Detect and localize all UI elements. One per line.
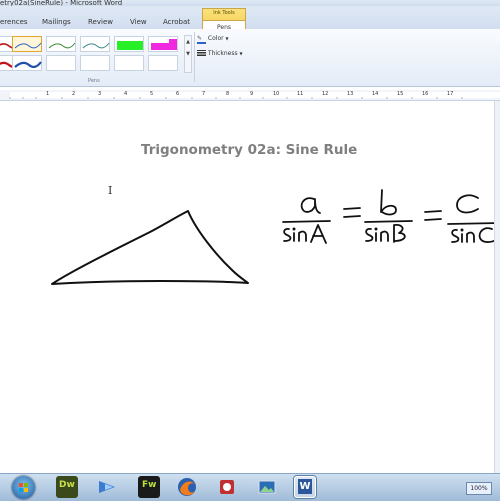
snagit-taskbar-button[interactable]	[216, 476, 238, 498]
tab-references[interactable]: erences	[0, 18, 28, 26]
pen-empty-2[interactable]	[80, 55, 110, 71]
word-icon: W	[298, 479, 312, 494]
pen-empty-1[interactable]	[46, 55, 76, 71]
chevron-down-icon: ▼	[225, 36, 229, 41]
pen-teal-1[interactable]	[80, 36, 110, 52]
media-player-icon	[99, 481, 115, 493]
fireworks-taskbar-button[interactable]: Fw	[138, 476, 160, 498]
pen-empty-4[interactable]	[148, 55, 178, 71]
group-divider	[194, 32, 195, 82]
thickness-icon	[197, 49, 206, 58]
picture-viewer-icon	[258, 480, 276, 494]
pen-blue-1[interactable]	[12, 36, 42, 52]
firefox-taskbar-button[interactable]	[176, 476, 198, 498]
taskbar: Dw Fw W 100%	[0, 473, 500, 501]
chevron-down-icon: ▼	[239, 51, 243, 56]
fireworks-icon: Fw	[142, 480, 157, 490]
dreamweaver-taskbar-button[interactable]: Dw	[56, 476, 78, 498]
pen-green-1[interactable]	[46, 36, 76, 52]
media-taskbar-button[interactable]	[96, 476, 118, 498]
firefox-icon	[178, 478, 196, 496]
document-heading: Trigonometry 02a: Sine Rule	[141, 142, 358, 158]
zoom-badge[interactable]: 100%	[466, 482, 492, 495]
vertical-scrollbar[interactable]	[494, 101, 500, 473]
pen-highlighter-magenta[interactable]	[148, 36, 178, 52]
ruler-ticks	[9, 97, 463, 99]
color-label: Color	[207, 35, 224, 42]
tab-view[interactable]: View	[130, 18, 147, 26]
pens-gallery-scroll[interactable]: ▲ ▼	[184, 35, 192, 73]
horizontal-ruler[interactable]: 1 2 3 4 5 6 7 8 9 10 11 12 13 14 15 16 1…	[0, 90, 500, 101]
pen-blue-2[interactable]	[12, 55, 42, 71]
pen-highlighter-green[interactable]	[114, 36, 144, 52]
ribbon-tab-row: erences Mailings Review View Acrobat Ink…	[0, 6, 500, 34]
start-button[interactable]	[12, 476, 35, 499]
snagit-icon	[220, 480, 234, 494]
pen-color-icon: ✎	[197, 35, 206, 44]
windows-logo-icon	[19, 483, 28, 492]
color-button[interactable]: ✎ Color ▼	[197, 35, 229, 44]
tab-mailings[interactable]: Mailings	[42, 18, 71, 26]
text-cursor-icon: I	[108, 184, 113, 197]
ink-tools-header: Ink Tools	[213, 10, 235, 16]
tab-acrobat[interactable]: Acrobat	[163, 18, 190, 26]
thickness-label: Thickness	[207, 50, 238, 57]
pens-group-label: Pens	[88, 78, 100, 84]
dreamweaver-icon: Dw	[59, 480, 75, 490]
thickness-button[interactable]: Thickness ▼	[197, 49, 243, 58]
word-taskbar-button[interactable]: W	[294, 476, 316, 498]
tab-review[interactable]: Review	[88, 18, 113, 26]
explorer-taskbar-button[interactable]	[256, 476, 278, 498]
pen-empty-3[interactable]	[114, 55, 144, 71]
